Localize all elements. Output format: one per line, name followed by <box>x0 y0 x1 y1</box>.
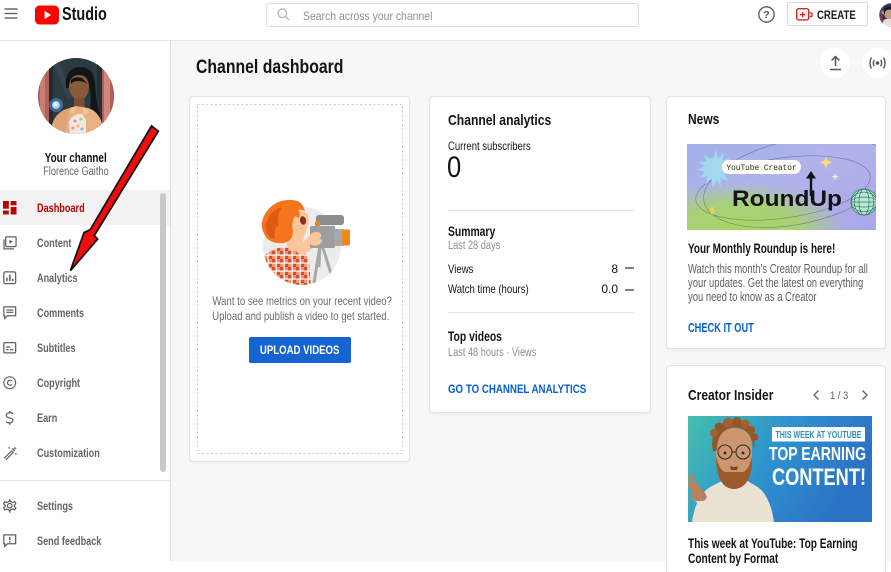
svg-text:YouTube Creator: YouTube Creator <box>726 165 796 173</box>
svg-text:THIS WEEK AT YOUTUBE: THIS WEEK AT YOUTUBE <box>776 430 862 441</box>
svg-text:TOP EARNING: TOP EARNING <box>769 444 866 464</box>
svg-text:?: ? <box>763 9 769 21</box>
svg-text:RoundUp: RoundUp <box>732 186 842 211</box>
svg-text:CONTENT!: CONTENT! <box>772 464 866 491</box>
